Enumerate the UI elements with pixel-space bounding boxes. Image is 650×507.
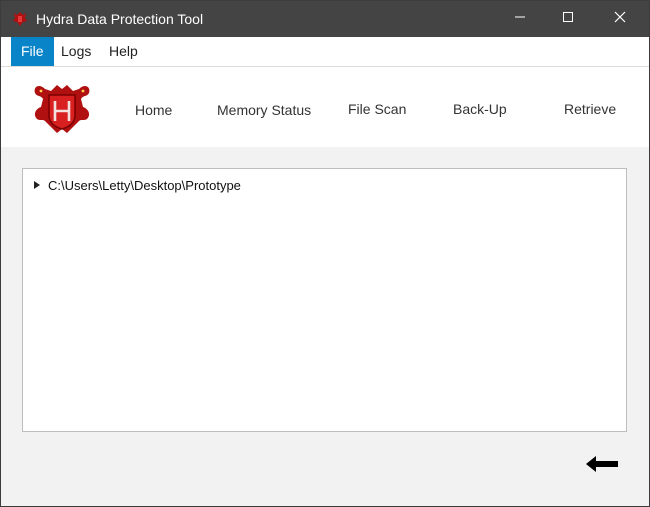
nav-home[interactable]: Home: [135, 102, 172, 118]
tree-item-label: C:\Users\Letty\Desktop\Prototype: [48, 177, 241, 193]
menu-help[interactable]: Help: [101, 37, 146, 66]
file-tree[interactable]: C:\Users\Letty\Desktop\Prototype: [22, 168, 627, 432]
left-arrow-icon[interactable]: [584, 453, 620, 475]
close-button[interactable]: [597, 1, 643, 37]
maximize-button[interactable]: [545, 1, 591, 37]
app-window: Hydra Data Protection Tool File Logs Hel…: [0, 0, 650, 507]
menu-logs[interactable]: Logs: [53, 37, 99, 66]
minimize-button[interactable]: [497, 1, 543, 37]
hydra-icon: [11, 10, 29, 28]
nav-memory-status[interactable]: Memory Status: [217, 102, 311, 118]
menu-bar: File Logs Help: [1, 37, 649, 67]
tree-item[interactable]: C:\Users\Letty\Desktop\Prototype: [31, 176, 241, 194]
title-bar[interactable]: Hydra Data Protection Tool: [1, 1, 649, 37]
minimize-icon: [514, 10, 526, 28]
expand-arrow-icon[interactable]: [34, 181, 40, 189]
maximize-icon: [562, 10, 574, 28]
nav-back-up[interactable]: Back-Up: [453, 101, 507, 117]
hydra-logo: [31, 79, 93, 135]
nav-retrieve[interactable]: Retrieve: [564, 101, 616, 117]
close-icon: [614, 10, 626, 28]
menu-file[interactable]: File: [11, 37, 54, 66]
window-title: Hydra Data Protection Tool: [36, 11, 204, 27]
nav-bar: Home Memory Status File Scan Back-Up Ret…: [1, 67, 649, 147]
nav-file-scan[interactable]: File Scan: [348, 101, 406, 117]
